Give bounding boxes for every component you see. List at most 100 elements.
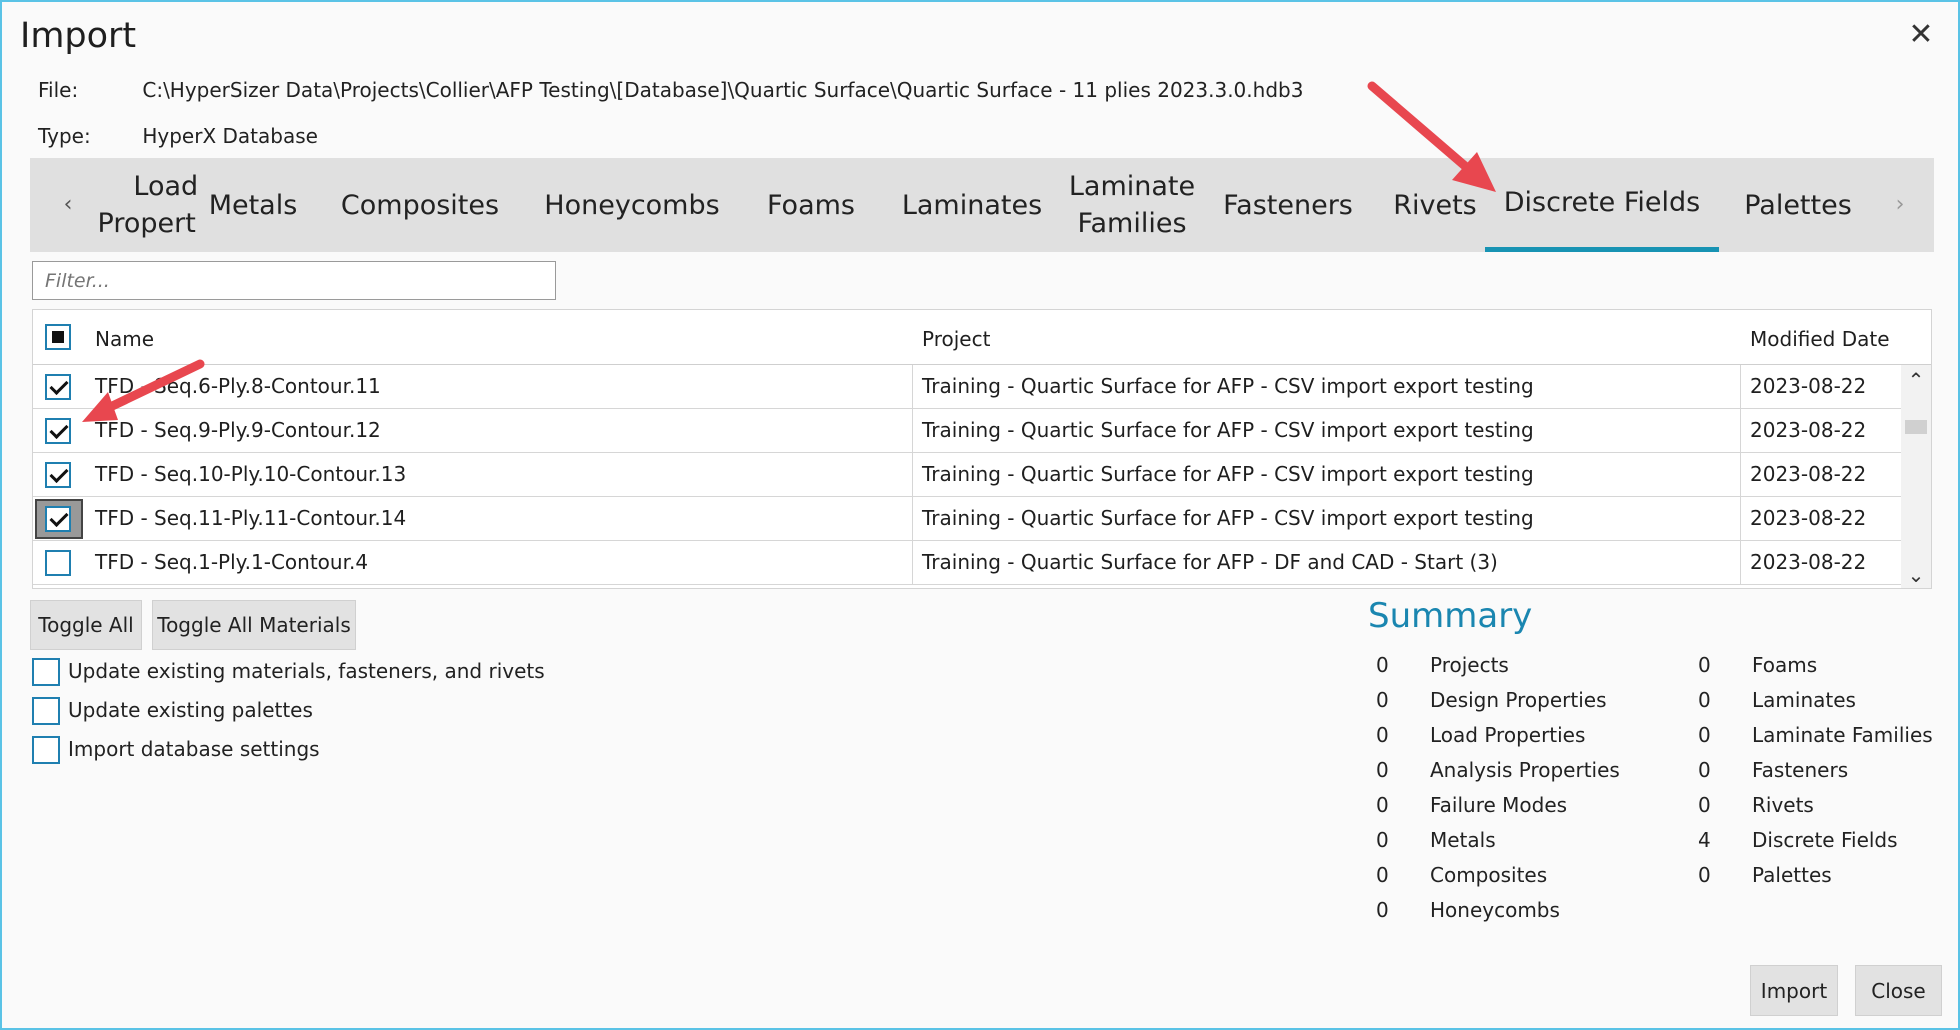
summary-count: 0 — [1376, 793, 1389, 817]
summary-label: Foams — [1752, 653, 1818, 677]
summary-label: Discrete Fields — [1752, 828, 1898, 852]
column-divider — [1740, 409, 1741, 453]
column-divider — [1740, 365, 1741, 409]
row-date: 2023-08-22 — [1750, 462, 1867, 486]
summary-label: Failure Modes — [1430, 793, 1568, 817]
row-checkbox[interactable] — [45, 462, 71, 488]
summary-count: 0 — [1376, 863, 1389, 887]
row-name: TFD - Seq.10-Ply.10-Contour.13 — [95, 462, 407, 486]
row-date: 2023-08-22 — [1750, 506, 1867, 530]
row-name: TFD - Seq.6-Ply.8-Contour.11 — [95, 374, 381, 398]
summary-label: Projects — [1430, 653, 1509, 677]
row-name: TFD - Seq.1-Ply.1-Contour.4 — [95, 550, 369, 574]
grid-scrollbar[interactable]: ⌃ ⌄ — [1901, 365, 1931, 588]
table-row[interactable]: TFD - Seq.1-Ply.1-Contour.4 Training - Q… — [33, 541, 1903, 585]
table-row[interactable]: TFD - Seq.11-Ply.11-Contour.14 Training … — [33, 497, 1903, 541]
summary-label: Fasteners — [1752, 758, 1849, 782]
tab-foams[interactable]: Foams — [750, 158, 872, 252]
dialog-title: Import — [20, 16, 137, 56]
tab-discrete-fields[interactable]: Discrete Fields — [1485, 158, 1719, 252]
scrollbar-thumb[interactable] — [1905, 420, 1927, 434]
row-name: TFD - Seq.11-Ply.11-Contour.14 — [95, 506, 407, 530]
table-row[interactable]: TFD - Seq.9-Ply.9-Contour.12 Training - … — [33, 409, 1903, 453]
column-divider — [912, 409, 913, 453]
table-row[interactable]: TFD - Seq.10-Ply.10-Contour.13 Training … — [33, 453, 1903, 497]
update-palettes-checkbox[interactable] — [32, 697, 60, 725]
summary-label: Analysis Properties — [1430, 758, 1620, 782]
tab-metals[interactable]: Metals — [198, 158, 308, 252]
import-button[interactable]: Import — [1750, 965, 1838, 1016]
row-date: 2023-08-22 — [1750, 374, 1867, 398]
filter-input[interactable] — [32, 261, 556, 300]
grid-header: Name Project Modified Date — [33, 310, 1931, 365]
chevron-down-icon[interactable]: ⌄ — [1901, 560, 1931, 588]
row-date: 2023-08-22 — [1750, 418, 1867, 442]
row-checkbox[interactable] — [45, 374, 71, 400]
close-button[interactable]: Close — [1855, 965, 1942, 1016]
update-materials-checkbox[interactable] — [32, 658, 60, 686]
summary-label: Load Properties — [1430, 723, 1586, 747]
tab-fasteners[interactable]: Fasteners — [1208, 158, 1368, 252]
tab-laminates[interactable]: Laminates — [896, 158, 1048, 252]
chevron-left-icon[interactable]: ‹ — [48, 158, 88, 252]
column-divider — [1740, 541, 1741, 585]
toggle-all-button[interactable]: Toggle All — [30, 600, 142, 650]
row-date: 2023-08-22 — [1750, 550, 1867, 574]
summary-count: 0 — [1698, 793, 1711, 817]
table-row[interactable]: TFD - Seq.6-Ply.8-Contour.11 Training - … — [33, 365, 1903, 409]
summary-count: 0 — [1698, 723, 1711, 747]
chevron-up-icon[interactable]: ⌃ — [1901, 365, 1931, 395]
toggle-all-materials-button[interactable]: Toggle All Materials — [152, 600, 356, 650]
row-project: Training - Quartic Surface for AFP - CSV… — [922, 374, 1534, 398]
discrete-fields-grid: Name Project Modified Date TFD - Seq.6-P… — [32, 309, 1932, 589]
summary-count: 0 — [1376, 758, 1389, 782]
tab-composites[interactable]: Composites — [330, 158, 510, 252]
summary-label: Laminates — [1752, 688, 1856, 712]
file-path: C:\HyperSizer Data\Projects\Collier\AFP … — [142, 78, 1304, 102]
row-project: Training - Quartic Surface for AFP - CSV… — [922, 462, 1534, 486]
column-header-project[interactable]: Project — [922, 327, 990, 351]
summary-label: Palettes — [1752, 863, 1832, 887]
row-checkbox[interactable] — [45, 506, 71, 532]
column-divider — [1740, 453, 1741, 497]
summary-label: Design Properties — [1430, 688, 1607, 712]
summary-title: Summary — [1368, 596, 1533, 636]
tab-honeycombs[interactable]: Honeycombs — [538, 158, 726, 252]
tab-load-properties[interactable]: Load Properties — [92, 158, 198, 252]
column-divider — [912, 453, 913, 497]
summary-count: 4 — [1698, 828, 1711, 852]
select-all-checkbox[interactable] — [45, 324, 71, 350]
row-project: Training - Quartic Surface for AFP - CSV… — [922, 506, 1534, 530]
tab-rivets[interactable]: Rivets — [1376, 158, 1494, 252]
column-divider — [1740, 497, 1741, 541]
summary-label: Rivets — [1752, 793, 1814, 817]
file-label: File: — [38, 78, 79, 102]
file-info: File: C:\HyperSizer Data\Projects\Collie… — [38, 78, 1303, 102]
summary-label: Laminate Families — [1752, 723, 1933, 747]
chevron-right-icon[interactable]: › — [1880, 158, 1920, 252]
tab-palettes[interactable]: Palettes — [1730, 158, 1866, 252]
column-divider — [912, 497, 913, 541]
summary-count: 0 — [1698, 653, 1711, 677]
row-project: Training - Quartic Surface for AFP - DF … — [922, 550, 1498, 574]
tab-laminate-families[interactable]: Laminate Families — [1058, 158, 1206, 252]
column-header-name[interactable]: Name — [95, 327, 154, 351]
row-checkbox[interactable] — [45, 550, 71, 576]
close-icon[interactable]: ✕ — [1904, 18, 1938, 52]
row-project: Training - Quartic Surface for AFP - CSV… — [922, 418, 1534, 442]
type-label: Type: — [38, 124, 91, 148]
summary-count: 0 — [1376, 688, 1389, 712]
type-info: Type: HyperX Database — [38, 124, 318, 148]
summary-count: 0 — [1376, 828, 1389, 852]
import-dialog: Import ✕ File: C:\HyperSizer Data\Projec… — [0, 0, 1960, 1030]
summary-count: 0 — [1698, 758, 1711, 782]
summary-count: 0 — [1376, 723, 1389, 747]
summary-label: Metals — [1430, 828, 1496, 852]
summary-label: Honeycombs — [1430, 898, 1560, 922]
summary-count: 0 — [1376, 653, 1389, 677]
summary-count: 0 — [1698, 863, 1711, 887]
import-settings-checkbox[interactable] — [32, 736, 60, 764]
row-checkbox[interactable] — [45, 418, 71, 444]
column-header-modified-date[interactable]: Modified Date — [1750, 327, 1890, 351]
summary-count: 0 — [1698, 688, 1711, 712]
